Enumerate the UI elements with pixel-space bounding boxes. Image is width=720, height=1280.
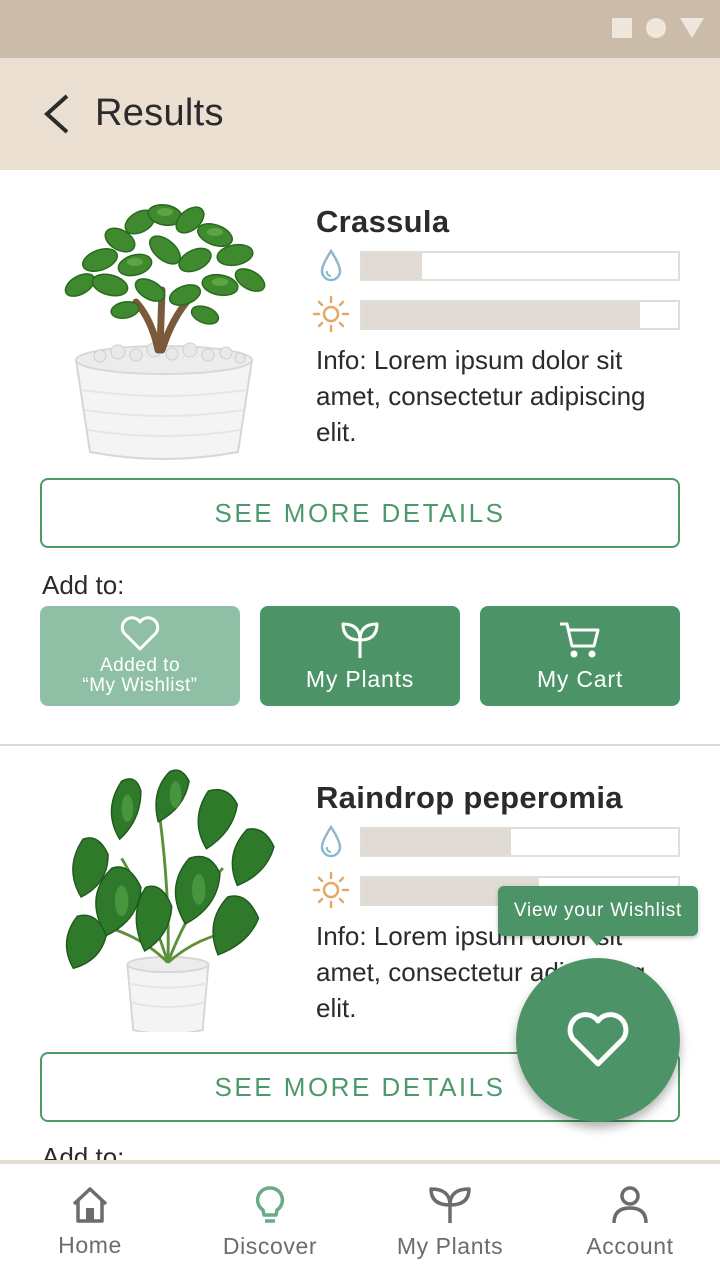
my-plants-button-label: My Plants bbox=[305, 665, 415, 692]
water-drop-icon bbox=[312, 824, 350, 858]
water-level-bar bbox=[360, 827, 680, 857]
system-status-icons bbox=[612, 18, 704, 38]
water-drop-icon bbox=[312, 248, 350, 282]
square-icon bbox=[612, 18, 632, 38]
add-to-label: Add to: bbox=[42, 570, 125, 600]
water-meter-row bbox=[312, 248, 682, 282]
sun-icon bbox=[312, 295, 350, 333]
nav-label-account: Account bbox=[586, 1232, 674, 1259]
sun-level-bar bbox=[360, 300, 680, 330]
my-cart-button-label: My Cart bbox=[536, 665, 624, 692]
nav-item-discover[interactable]: Discover bbox=[180, 1164, 360, 1280]
nav-label-home: Home bbox=[58, 1231, 122, 1258]
view-wishlist-fab[interactable] bbox=[516, 958, 680, 1122]
home-icon bbox=[72, 1186, 108, 1223]
sun-meter-row bbox=[312, 295, 682, 333]
add-to-actions: Added to “My Wishlist” My Plants My Cart bbox=[40, 606, 680, 706]
heart-icon bbox=[120, 616, 160, 651]
cart-icon bbox=[560, 622, 600, 657]
back-button[interactable] bbox=[34, 92, 78, 136]
triangle-icon bbox=[680, 18, 704, 38]
plant-name: Crassula bbox=[316, 204, 450, 239]
sprout-icon bbox=[429, 1186, 471, 1223]
card-divider bbox=[0, 744, 720, 746]
nav-label-my-plants: My Plants bbox=[396, 1232, 504, 1259]
wishlist-button-label: Added to “My Wishlist” bbox=[82, 656, 197, 696]
wishlist-label-line1: Added to bbox=[99, 655, 181, 676]
my-cart-button[interactable]: My Cart bbox=[480, 606, 680, 706]
heart-icon bbox=[567, 1012, 629, 1067]
water-level-fill bbox=[362, 829, 511, 855]
water-meter-row bbox=[312, 824, 682, 858]
raindrop-peperomia-image bbox=[65, 769, 275, 1032]
sprout-icon bbox=[341, 622, 379, 658]
person-icon bbox=[612, 1185, 648, 1223]
nav-item-account[interactable]: Account bbox=[540, 1164, 720, 1280]
nav-item-home[interactable]: Home bbox=[0, 1164, 180, 1280]
tooltip-arrow bbox=[587, 934, 607, 946]
sun-icon bbox=[312, 871, 350, 909]
wishlist-button[interactable]: Added to “My Wishlist” bbox=[40, 606, 240, 706]
crassula-image bbox=[64, 203, 266, 460]
water-level-fill bbox=[362, 253, 423, 279]
page-title: Results bbox=[95, 92, 224, 134]
wishlist-label-line2: “My Wishlist” bbox=[82, 675, 198, 696]
my-plants-button[interactable]: My Plants bbox=[260, 606, 460, 706]
add-to-label: Add to: bbox=[42, 1142, 125, 1162]
wishlist-tooltip: View your Wishlist bbox=[498, 886, 698, 936]
see-more-details-button[interactable]: SEE MORE DETAILS bbox=[40, 478, 680, 548]
plant-name: Raindrop peperomia bbox=[316, 780, 623, 815]
nav-label-discover: Discover bbox=[222, 1232, 318, 1259]
water-level-bar bbox=[360, 251, 680, 281]
chevron-left-icon bbox=[44, 94, 69, 134]
circle-icon bbox=[646, 18, 666, 38]
app-bar: Results bbox=[0, 58, 720, 170]
lightbulb-icon bbox=[255, 1185, 285, 1223]
sun-level-fill bbox=[362, 302, 641, 328]
nav-item-my-plants[interactable]: My Plants bbox=[360, 1164, 540, 1280]
status-bar bbox=[0, 0, 720, 58]
bottom-navigation: Home Discover My Plants Account bbox=[0, 1160, 720, 1280]
plant-info: Info: Lorem ipsum dolor sit amet, consec… bbox=[316, 345, 646, 447]
